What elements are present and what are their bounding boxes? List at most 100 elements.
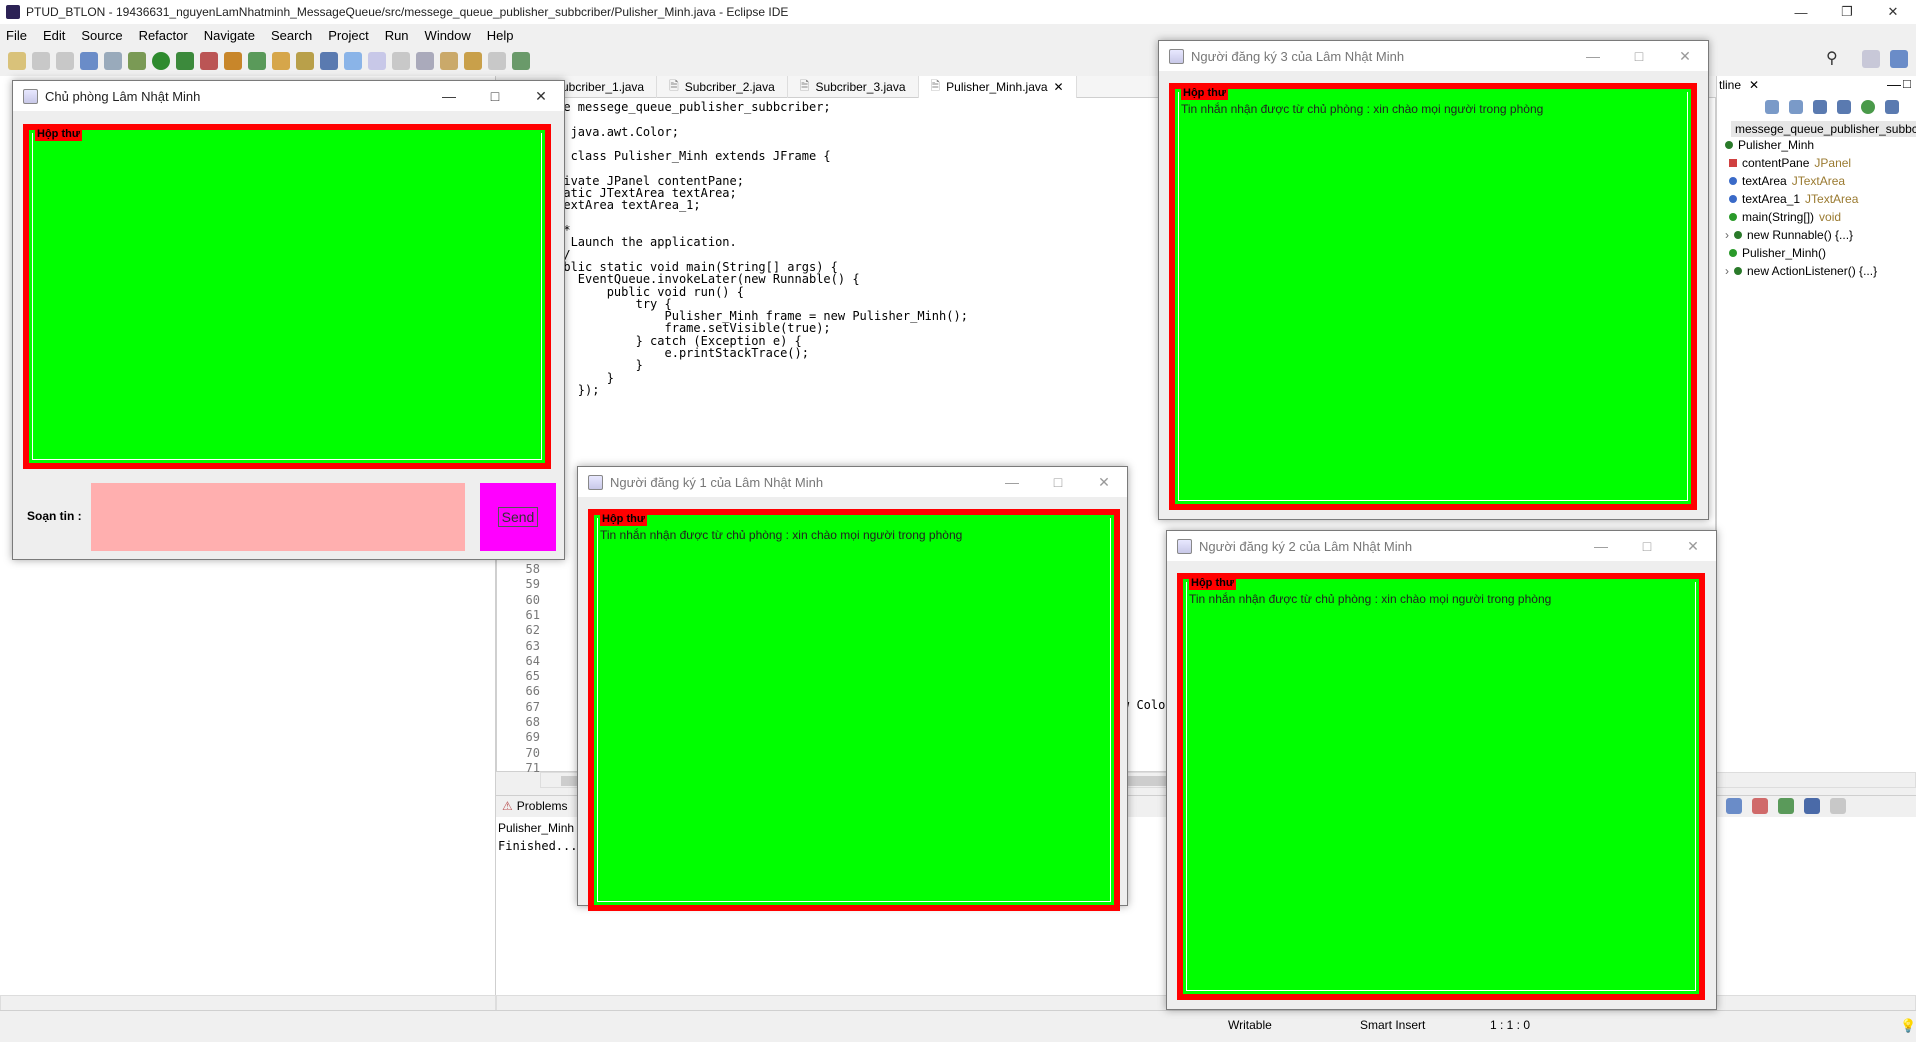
external-tools-icon[interactable] <box>200 52 218 70</box>
tab-subcriber-3[interactable]: 🗎 Subcriber_3.java <box>788 76 919 98</box>
new-icon[interactable] <box>8 52 26 70</box>
maximize-view-icon[interactable]: □ <box>1903 76 1911 91</box>
open-type-icon[interactable] <box>272 52 290 70</box>
tab-pulisher-minh[interactable]: 🗎 Pulisher_Minh.java ✕ <box>918 76 1077 98</box>
explorer-hscroll[interactable] <box>0 995 496 1011</box>
publisher-titlebar[interactable]: Chủ phòng Lâm Nhật Minh — □ ✕ <box>13 81 564 111</box>
outline-member[interactable]: › new Runnable() {...} <box>1725 228 1853 242</box>
hide-nonpublic-icon[interactable] <box>1861 100 1875 114</box>
minimize-icon[interactable]: — <box>1578 531 1624 561</box>
outline-member[interactable]: textArea JTextArea <box>1729 174 1845 188</box>
maximize-icon[interactable]: □ <box>1624 531 1670 561</box>
menu-file[interactable]: File <box>6 28 27 43</box>
save-icon[interactable] <box>32 52 50 70</box>
close-icon[interactable]: ✕ <box>1670 531 1716 561</box>
chevron-right-icon[interactable]: › <box>1725 228 1729 242</box>
received-message[interactable]: Tin nhắn nhận được từ chủ phòng : xin ch… <box>1189 592 1551 606</box>
menu-window[interactable]: Window <box>425 28 471 43</box>
new-class-icon[interactable] <box>248 52 266 70</box>
java-file-icon: 🗎 <box>669 78 679 93</box>
forward-icon[interactable] <box>488 52 506 70</box>
minimize-icon[interactable]: — <box>1570 41 1616 71</box>
pin-editor-icon[interactable] <box>512 52 530 70</box>
menu-run[interactable]: Run <box>385 28 409 43</box>
pilcrow-icon[interactable] <box>392 52 410 70</box>
send-button[interactable]: Send <box>480 483 556 551</box>
menu-refactor[interactable]: Refactor <box>139 28 188 43</box>
maximize-icon[interactable]: □ <box>1035 467 1081 497</box>
run-icon[interactable] <box>152 52 170 70</box>
outline-tab[interactable]: tline <box>1719 78 1741 92</box>
menu-project[interactable]: Project <box>328 28 368 43</box>
search-tool-icon[interactable] <box>296 52 314 70</box>
menu-source[interactable]: Source <box>81 28 122 43</box>
menu-help[interactable]: Help <box>487 28 514 43</box>
back-icon[interactable] <box>464 52 482 70</box>
window-controls: — □ ✕ <box>426 81 564 111</box>
search-icon[interactable]: ⚲ <box>1826 48 1838 68</box>
maximize-icon[interactable]: □ <box>1616 41 1662 71</box>
close-outline-icon[interactable]: ✕ <box>1749 78 1759 92</box>
hide-local-types-icon[interactable] <box>1885 100 1899 114</box>
anonymous-class-icon <box>1734 231 1742 239</box>
collapse-all-icon[interactable] <box>1765 100 1779 114</box>
coverage-icon[interactable] <box>176 52 194 70</box>
close-icon[interactable]: ✕ <box>1081 467 1127 497</box>
open-console-icon[interactable] <box>1804 798 1820 814</box>
chevron-right-icon[interactable]: › <box>1725 264 1729 278</box>
pin-console-icon[interactable] <box>1778 798 1794 814</box>
subscriber-3-titlebar[interactable]: Người đăng ký 3 của Lâm Nhật Minh — □ ✕ <box>1159 41 1708 71</box>
close-tab-icon[interactable]: ✕ <box>1054 80 1064 94</box>
block-select-icon[interactable] <box>368 52 386 70</box>
received-message[interactable]: Tin nhắn nhận được từ chủ phòng : xin ch… <box>1181 102 1543 116</box>
java-perspective-icon[interactable] <box>1890 50 1908 68</box>
maximize-icon[interactable]: □ <box>472 81 518 111</box>
menu-navigate[interactable]: Navigate <box>204 28 255 43</box>
minimize-icon[interactable]: — <box>1778 0 1824 24</box>
window-controls: — □ ✕ <box>1578 531 1716 561</box>
highlight-icon[interactable] <box>344 52 362 70</box>
new-java-project-icon[interactable] <box>224 52 242 70</box>
subscriber-1-titlebar[interactable]: Người đăng ký 1 của Lâm Nhật Minh — □ ✕ <box>578 467 1127 497</box>
outline-member[interactable]: › new ActionListener() {...} <box>1725 264 1877 278</box>
menu-search[interactable]: Search <box>271 28 312 43</box>
last-edit-icon[interactable] <box>440 52 458 70</box>
save-all-icon[interactable] <box>56 52 74 70</box>
new-console-icon[interactable] <box>1830 798 1846 814</box>
minimize-icon[interactable]: — <box>989 467 1035 497</box>
mailbox-label: Hộp thư <box>35 128 82 141</box>
minimize-icon[interactable]: — <box>426 81 472 111</box>
received-message[interactable]: Tin nhắn nhận được từ chủ phòng : xin ch… <box>600 528 962 542</box>
outline-member[interactable]: textArea_1 JTextArea <box>1729 192 1858 206</box>
open-perspective-icon[interactable] <box>1862 50 1880 68</box>
terminal-icon[interactable] <box>80 52 98 70</box>
tip-icon[interactable]: 💡 <box>1900 1018 1916 1034</box>
mailbox-label: Hộp thư <box>1189 577 1236 590</box>
tab-subcriber-2[interactable]: 🗎 Subcriber_2.java <box>657 76 788 98</box>
minimize-view-icon[interactable]: — <box>1887 76 1901 92</box>
outline-class[interactable]: Pulisher_Minh <box>1725 138 1814 152</box>
close-icon[interactable]: ✕ <box>1870 0 1916 24</box>
debug-icon[interactable] <box>128 52 146 70</box>
outline-member[interactable]: Pulisher_Minh() <box>1729 246 1826 260</box>
default-field-icon <box>1729 195 1737 203</box>
restore-icon[interactable]: ❐ <box>1824 0 1870 24</box>
close-icon[interactable]: ✕ <box>1662 41 1708 71</box>
skip-breakpoints-icon[interactable] <box>104 52 122 70</box>
outline-member[interactable]: contentPane JPanel <box>1729 156 1851 170</box>
remove-launch-icon[interactable] <box>1752 798 1768 814</box>
compose-input[interactable] <box>91 483 465 551</box>
hide-static-icon[interactable] <box>1837 100 1851 114</box>
close-icon[interactable]: ✕ <box>518 81 564 111</box>
toggle-mark-icon[interactable] <box>320 52 338 70</box>
outline-package[interactable]: messege_queue_publisher_subbcriber <box>1731 121 1916 137</box>
display-selected-console-icon[interactable] <box>1726 798 1742 814</box>
outline-member[interactable]: main(String[]) void <box>1729 210 1841 224</box>
menu-edit[interactable]: Edit <box>43 28 65 43</box>
hide-fields-icon[interactable] <box>1813 100 1827 114</box>
outline-hscroll[interactable] <box>1716 772 1916 788</box>
tab-problems[interactable]: ⚠ Problems <box>502 799 567 813</box>
sort-icon[interactable] <box>1789 100 1803 114</box>
subscriber-2-titlebar[interactable]: Người đăng ký 2 của Lâm Nhật Minh — □ ✕ <box>1167 531 1716 561</box>
next-annotation-icon[interactable] <box>416 52 434 70</box>
